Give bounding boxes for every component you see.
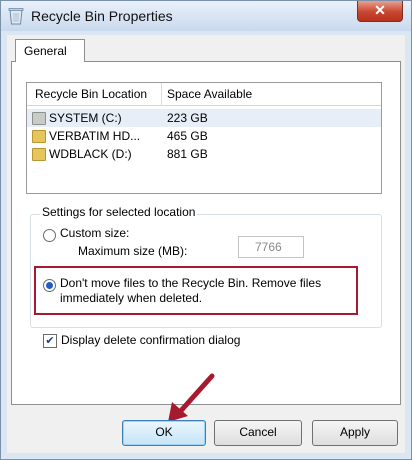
tab-general-label: General [24, 44, 67, 58]
apply-button[interactable]: Apply [312, 420, 398, 446]
list-item[interactable]: WDBLACK (D:) 881 GB [27, 145, 381, 163]
folder-icon [32, 130, 46, 143]
location-name: VERBATIM HD... [49, 129, 141, 143]
space-available: 223 GB [167, 111, 208, 125]
settings-group-label: Settings for selected location [40, 205, 198, 219]
list-header: Recycle Bin Location Space Available [27, 83, 381, 106]
column-header-location[interactable]: Recycle Bin Location [35, 87, 147, 101]
space-available: 465 GB [167, 129, 208, 143]
custom-size-label[interactable]: Custom size: [60, 226, 129, 240]
recycle-bin-icon [8, 8, 24, 25]
maximum-size-input[interactable]: 7766 [238, 236, 304, 258]
title-bar[interactable]: Recycle Bin Properties ✕ [1, 1, 411, 31]
dont-move-radio[interactable] [43, 279, 56, 292]
tab-general[interactable]: General [15, 39, 85, 62]
folder-icon [32, 148, 46, 161]
column-header-space[interactable]: Space Available [167, 87, 252, 101]
ok-button[interactable]: OK [122, 420, 206, 446]
custom-size-radio[interactable] [43, 229, 56, 242]
location-name: WDBLACK (D:) [49, 147, 132, 161]
list-item[interactable]: VERBATIM HD... 465 GB [27, 127, 381, 145]
maximum-size-label: Maximum size (MB): [78, 244, 188, 258]
maximum-size-value: 7766 [255, 240, 282, 254]
space-available: 881 GB [167, 147, 208, 161]
radio-selected-dot [46, 282, 53, 289]
cancel-button[interactable]: Cancel [214, 420, 302, 446]
dont-move-label-line2[interactable]: immediately when deleted. [60, 291, 202, 305]
dont-move-label-line1[interactable]: Don't move files to the Recycle Bin. Rem… [60, 276, 321, 290]
column-divider[interactable] [161, 83, 162, 105]
close-icon: ✕ [374, 2, 386, 18]
checkmark-icon: ✔ [45, 335, 55, 347]
location-name: SYSTEM (C:) [49, 111, 122, 125]
annotation-arrow-icon [168, 373, 215, 422]
delete-confirmation-label[interactable]: Display delete confirmation dialog [61, 333, 240, 347]
recycle-bin-location-list[interactable]: Recycle Bin Location Space Available SYS… [26, 82, 382, 194]
delete-confirmation-checkbox[interactable]: ✔ [43, 334, 57, 348]
window-title: Recycle Bin Properties [31, 8, 173, 24]
list-item[interactable]: SYSTEM (C:) 223 GB [27, 109, 381, 127]
drive-icon [32, 112, 46, 125]
close-button[interactable]: ✕ [357, 1, 403, 22]
